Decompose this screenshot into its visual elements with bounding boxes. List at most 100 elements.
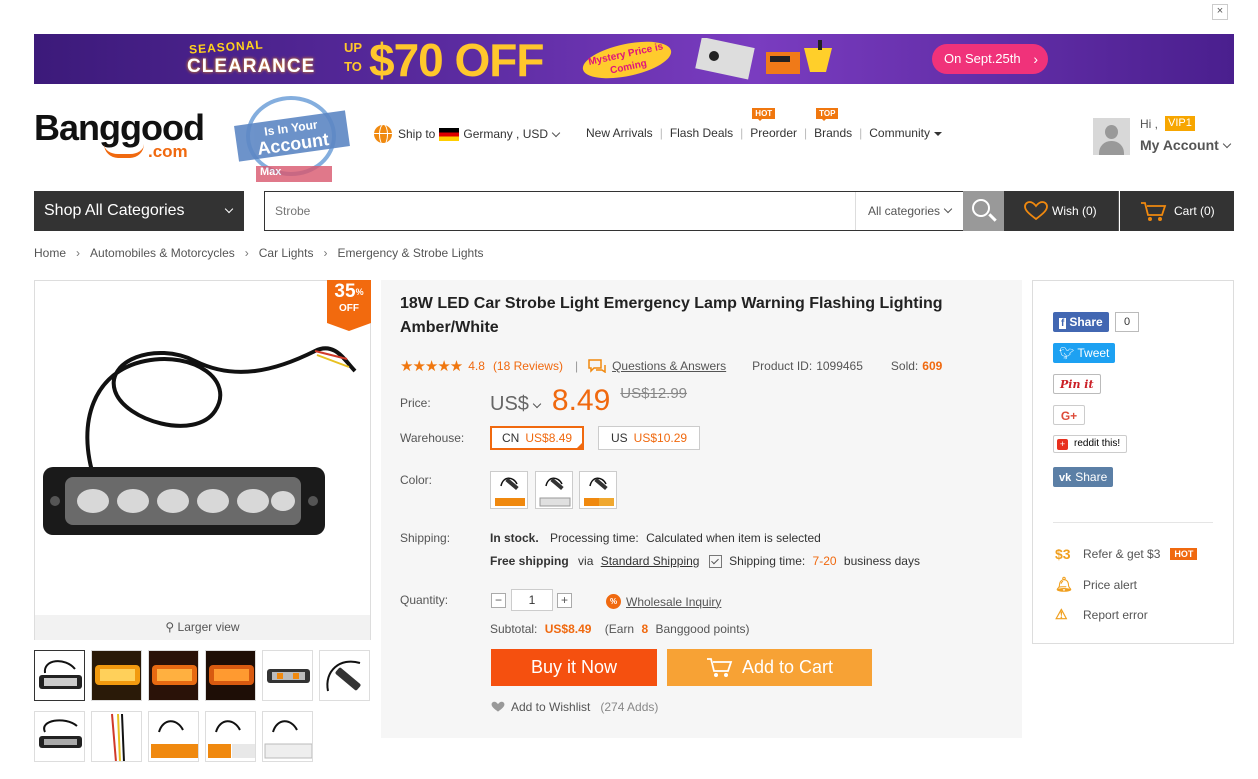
banner-clearance: CLEARANCE xyxy=(187,56,316,77)
color-swatch-white[interactable] xyxy=(535,471,573,509)
rating-value: 4.8 xyxy=(468,359,485,373)
add-to-cart-button[interactable]: Add to Cart xyxy=(667,649,872,686)
thumbnail[interactable] xyxy=(148,711,199,762)
nav-community[interactable]: Community xyxy=(869,126,942,140)
report-error-link[interactable]: ⚠ Report error xyxy=(1055,606,1148,623)
tweet-button[interactable]: 🐦︎ Tweet xyxy=(1053,343,1116,363)
thumbnail[interactable] xyxy=(319,650,370,701)
reviews-link[interactable]: (18 Reviews) xyxy=(493,359,563,373)
star-rating-icon: ★★★★★ xyxy=(400,358,463,375)
twitter-icon: 🐦︎ xyxy=(1059,346,1078,360)
product-title: 18W LED Car Strobe Light Emergency Lamp … xyxy=(400,295,943,336)
shipping-row: Free shipping via Standard Shipping Ship… xyxy=(490,554,920,569)
breadcrumb-home[interactable]: Home xyxy=(34,246,66,260)
rating-row: ★★★★★ 4.8 (18 Reviews) | Questions & Ans… xyxy=(400,358,943,375)
thumbnail[interactable] xyxy=(148,650,199,701)
quantity-decrease-button[interactable]: − xyxy=(491,593,506,608)
cart-button[interactable]: Cart (0) xyxy=(1120,191,1234,231)
currency-selector[interactable]: US$ xyxy=(490,393,542,416)
thumbnail[interactable] xyxy=(91,711,142,762)
thumbnail[interactable] xyxy=(34,650,85,701)
wish-button[interactable]: Wish (0) xyxy=(1004,191,1119,231)
nav-flash-deals[interactable]: Flash Deals xyxy=(670,126,733,140)
germany-flag-icon xyxy=(439,127,460,141)
vip-badge: VIP1 xyxy=(1165,116,1195,131)
chat-bubble-icon xyxy=(588,359,606,373)
thumbnail[interactable] xyxy=(91,650,142,701)
nav-brands[interactable]: TOP Brands xyxy=(814,108,852,140)
banner-gadgets-image xyxy=(695,38,832,80)
quantity-input[interactable]: 1 xyxy=(511,589,553,611)
main-product-image[interactable] xyxy=(34,280,371,640)
avatar[interactable] xyxy=(1093,118,1130,155)
old-price: US$12.99 xyxy=(620,385,688,402)
warehouse-option-us[interactable]: US US$10.29 xyxy=(598,426,701,450)
facebook-share-button[interactable]: f Share xyxy=(1053,312,1109,332)
warehouse-option-cn[interactable]: CN US$8.49 xyxy=(490,426,585,450)
thumbnail[interactable] xyxy=(205,650,256,701)
add-to-wishlist[interactable]: Add to Wishlist (274 Adds) xyxy=(491,700,658,714)
chevron-down-icon xyxy=(532,399,542,409)
warning-icon: ⚠ xyxy=(1055,606,1068,622)
caret-down-icon xyxy=(933,131,942,136)
shipping-label: Shipping: xyxy=(400,531,451,545)
globe-icon xyxy=(374,125,392,143)
account-coupon-stamp[interactable]: Is In Your Account Max xyxy=(234,96,350,186)
promo-banner[interactable]: SEASONAL CLEARANCE UP TO $70 OFF Mystery … xyxy=(34,34,1234,84)
hot-tag: HOT xyxy=(752,108,776,121)
color-swatch-amber[interactable] xyxy=(490,471,528,509)
logo-domain: .com xyxy=(148,142,188,161)
ship-to-value: Germany , USD xyxy=(463,127,549,141)
shop-all-categories-button[interactable]: Shop All Categories xyxy=(34,191,244,231)
dollar-icon: $3 xyxy=(1055,546,1071,562)
banggood-logo[interactable]: Banggood .com xyxy=(34,108,214,166)
chevron-down-icon xyxy=(224,204,234,214)
banner-mystery: Mystery Price is Coming xyxy=(579,34,675,84)
chevron-down-icon xyxy=(551,128,561,137)
search-icon xyxy=(972,199,990,217)
banner-date-button[interactable]: On Sept.25th › xyxy=(932,44,1048,74)
account-menu[interactable]: Hi , VIP1 My Account xyxy=(1093,116,1243,158)
breadcrumb-strobe-lights[interactable]: Emergency & Strobe Lights xyxy=(337,246,483,260)
reddit-button[interactable]: + reddit this! xyxy=(1053,435,1128,453)
questions-answers-link[interactable]: Questions & Answers xyxy=(612,359,726,373)
google-plus-button[interactable]: G+ xyxy=(1053,405,1085,425)
shipping-method-link[interactable]: Standard Shipping xyxy=(601,554,700,568)
search-input[interactable] xyxy=(265,192,855,230)
buy-now-button[interactable]: Buy it Now xyxy=(491,649,657,686)
breadcrumb-automobiles[interactable]: Automobiles & Motorcycles xyxy=(90,246,235,260)
pinterest-button[interactable]: Pin it xyxy=(1053,374,1101,394)
thumbnail[interactable] xyxy=(262,711,313,762)
vk-icon: vk xyxy=(1059,472,1072,484)
chevron-down-icon xyxy=(1222,139,1232,149)
wholesale-inquiry[interactable]: % Wholesale Inquiry xyxy=(606,594,721,609)
thumbnail[interactable] xyxy=(262,650,313,701)
refer-link[interactable]: $3 Refer & get $3 HOT xyxy=(1055,546,1198,562)
subtotal-row: Subtotal: US$8.49 (Earn 8 Banggood point… xyxy=(490,622,750,636)
ship-to-selector[interactable]: Ship to Germany , USD xyxy=(374,125,561,143)
nav-preorder[interactable]: HOT Preorder xyxy=(750,108,797,140)
color-swatch-amber-white[interactable] xyxy=(579,471,617,509)
cart-icon xyxy=(1141,202,1167,221)
nav-new-arrivals[interactable]: New Arrivals xyxy=(586,126,653,140)
price-alert-link[interactable]: 🔔︎ Price alert xyxy=(1055,576,1137,593)
product-id: 1099465 xyxy=(816,359,863,373)
thumbnail[interactable] xyxy=(34,711,85,762)
ship-to-label: Ship to xyxy=(398,127,436,141)
quantity-increase-button[interactable]: + xyxy=(557,593,572,608)
reddit-icon: + xyxy=(1057,439,1068,450)
vk-share-button[interactable]: vk Share xyxy=(1053,467,1114,487)
top-nav: New Arrivals | Flash Deals | HOT Preorder… xyxy=(586,108,942,140)
category-select[interactable]: All categories xyxy=(855,192,963,230)
color-label: Color: xyxy=(400,473,433,487)
banner-seasonal: SEASONAL xyxy=(188,37,265,57)
stock-row: In stock. Processing time: Calculated wh… xyxy=(490,531,821,545)
my-account-link[interactable]: My Account xyxy=(1140,137,1232,153)
facebook-share-count: 0 xyxy=(1115,312,1139,332)
larger-view-button[interactable]: ⚲ Larger view xyxy=(35,615,370,640)
search-button[interactable] xyxy=(963,191,1004,231)
close-ad-button[interactable]: × xyxy=(1212,4,1228,20)
thumbnail[interactable] xyxy=(205,711,256,762)
checkbox-icon[interactable] xyxy=(708,555,722,569)
breadcrumb-car-lights[interactable]: Car Lights xyxy=(259,246,314,260)
